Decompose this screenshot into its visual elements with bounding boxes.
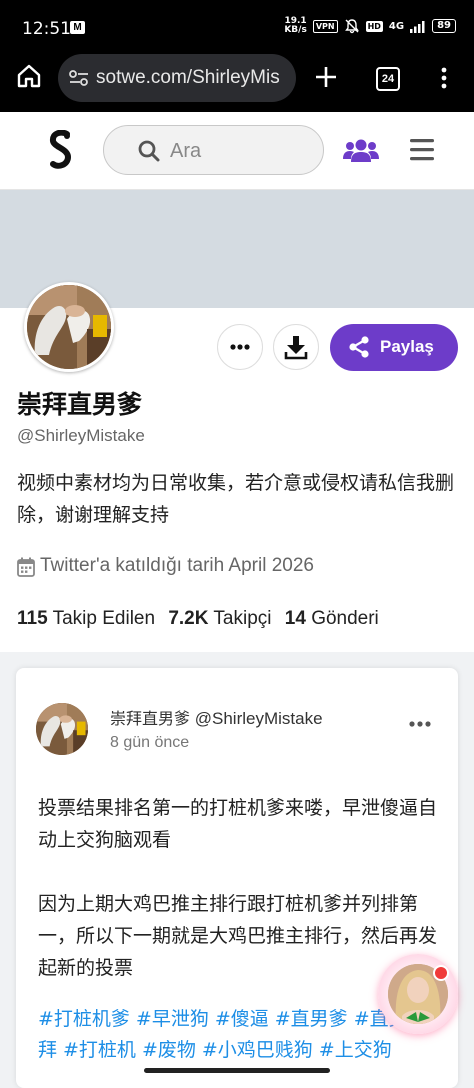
url-text[interactable]: sotwe.com/ShirleyMis (96, 67, 292, 89)
tweet-card[interactable]: 崇拜直男爹 @ShirleyMistake 8 gün önce 投票结果排名第… (16, 668, 458, 1088)
network-type: 4G (388, 20, 405, 32)
network-speed: 19.1 KB/s (284, 16, 307, 35)
profile-more-button[interactable] (217, 324, 263, 370)
posts-stat[interactable]: 14 Gönderi (285, 608, 379, 629)
tweet-timestamp[interactable]: 8 gün önce (110, 734, 189, 752)
profile-stats: 115 Takip Edilen 7.2K Takipçi 14 Gönderi (17, 608, 379, 630)
sotwe-logo-icon[interactable] (46, 130, 76, 170)
hamburger-menu-icon[interactable] (410, 139, 434, 161)
tweet-author[interactable]: 崇拜直男爹 @ShirleyMistake (110, 705, 323, 729)
hashtag-link[interactable]: #打桩机爹 (38, 1008, 130, 1030)
site-header (0, 112, 474, 190)
hashtag-link[interactable]: #傻逼 (215, 1008, 269, 1030)
hashtag-link[interactable]: #直男爹 (275, 1008, 348, 1030)
tweet-hashtags: #打桩机爹#早泄狗#傻逼#直男爹#直男崇拜#打桩机#废物#小鸡巴贱狗#上交狗 (38, 1004, 438, 1068)
share-label: Paylaş (380, 337, 434, 356)
calendar-icon (17, 557, 35, 577)
status-bar: 12:51 M 19.1 KB/s VPN HD 4G 89 (0, 0, 474, 40)
mute-bell-icon (344, 19, 359, 34)
tweet-author-avatar[interactable] (36, 703, 88, 755)
hashtag-link[interactable]: #打桩机 (63, 1039, 136, 1061)
profile-handle: @ShirleyMistake (17, 426, 145, 445)
vpn-icon: VPN (312, 19, 338, 33)
status-time: 12:51 (22, 19, 71, 39)
notification-dot (433, 965, 449, 981)
profile-bio: 视频中素材均为日常收集，若介意或侵权请私信我删除，谢谢理解支持 (17, 472, 455, 526)
tweet-author-name: 崇拜直男爹 (110, 709, 191, 728)
tweet-paragraph: 因为上期大鸡巴推主排行跟打桩机爹并列排第一，所以下一期就是大鸡巴推主排行，然后再… (38, 893, 438, 979)
following-stat[interactable]: 115 Takip Edilen (17, 608, 155, 629)
gmail-notification-icon: M (70, 21, 85, 34)
floating-ad-bubble[interactable] (378, 954, 458, 1034)
tweet-more-icon[interactable] (408, 720, 432, 728)
site-settings-icon[interactable] (68, 70, 90, 86)
tab-switcher-button[interactable]: 24 (376, 67, 400, 91)
address-bar[interactable]: sotwe.com/ShirleyMis (58, 54, 296, 102)
hd-icon: HD (365, 20, 383, 32)
share-button[interactable]: Paylaş (330, 324, 458, 371)
hashtag-link[interactable]: #早泄狗 (136, 1008, 209, 1030)
avatar-image (36, 703, 88, 755)
tweet-author-handle: @ShirleyMistake (194, 709, 323, 728)
hashtag-link[interactable]: #废物 (142, 1039, 196, 1061)
status-icons: 19.1 KB/s VPN HD 4G 89 (284, 17, 456, 35)
avatar-image (27, 285, 111, 369)
download-button[interactable] (273, 324, 319, 370)
profile-avatar[interactable] (24, 282, 114, 372)
search-input[interactable] (168, 137, 312, 165)
tweet-text: 投票结果排名第一的打桩机爹来喽，早泄傻逼自动上交狗脑观看 因为上期大鸡巴推主排行… (38, 792, 438, 1016)
hashtag-link[interactable]: #小鸡巴贱狗 (202, 1039, 313, 1061)
browser-menu-icon[interactable] (440, 67, 448, 89)
share-icon (349, 336, 369, 358)
browser-toolbar: sotwe.com/ShirleyMis 24 (0, 40, 474, 112)
profile-display-name: 崇拜直男爹 (17, 390, 143, 419)
new-tab-icon[interactable] (314, 65, 338, 89)
more-dots-icon (230, 344, 250, 350)
gesture-nav-handle[interactable] (144, 1068, 330, 1073)
hashtag-link[interactable]: #上交狗 (319, 1039, 392, 1061)
users-group-icon[interactable] (343, 137, 379, 163)
search-icon (138, 140, 160, 162)
tweet-paragraph: 投票结果排名第一的打桩机爹来喽，早泄傻逼自动上交狗脑观看 (38, 797, 438, 851)
search-box[interactable] (103, 125, 324, 175)
battery-icon: 89 (432, 19, 456, 33)
followers-stat[interactable]: 7.2K Takipçi (168, 608, 271, 629)
download-icon (284, 336, 308, 360)
joined-text: Twitter'a katıldığı tarih April 2026 (40, 555, 314, 576)
signal-icon (410, 20, 425, 33)
home-icon[interactable] (16, 64, 42, 88)
